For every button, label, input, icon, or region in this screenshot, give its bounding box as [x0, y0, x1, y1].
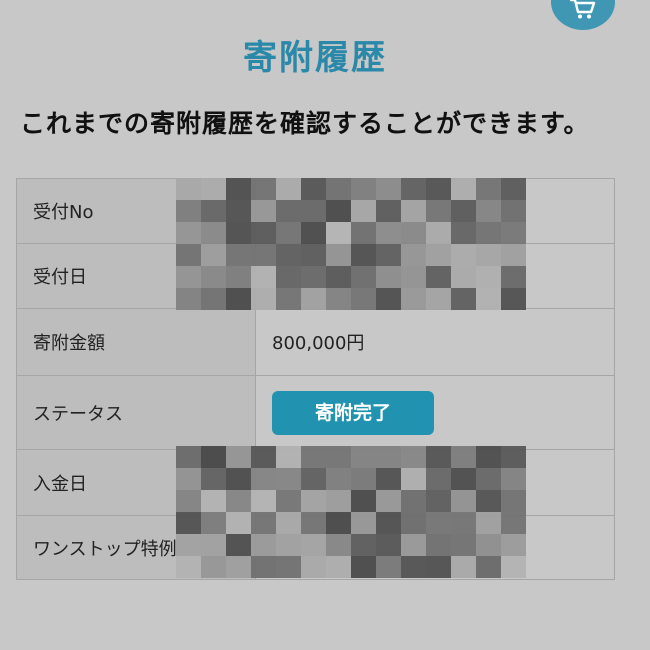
- table-row-amount: 寄附金額 800,000円: [16, 308, 615, 376]
- donation-amount-label: 寄附金額: [16, 308, 256, 376]
- redacted-mosaic-bottom: [176, 446, 526, 578]
- status-badge[interactable]: 寄附完了: [272, 390, 434, 435]
- cart-button[interactable]: [551, 0, 615, 30]
- status-label: ステータス: [16, 375, 256, 450]
- donation-amount-value: 800,000円: [255, 308, 615, 376]
- status-cell: 寄附完了: [255, 375, 615, 450]
- page-description: これまでの寄附履歴を確認することができます。: [20, 109, 590, 138]
- page-title: 寄附履歴: [243, 38, 387, 78]
- table-row-status: ステータス 寄附完了: [16, 375, 615, 450]
- redacted-mosaic-top: [176, 178, 526, 310]
- cart-icon: [569, 0, 596, 24]
